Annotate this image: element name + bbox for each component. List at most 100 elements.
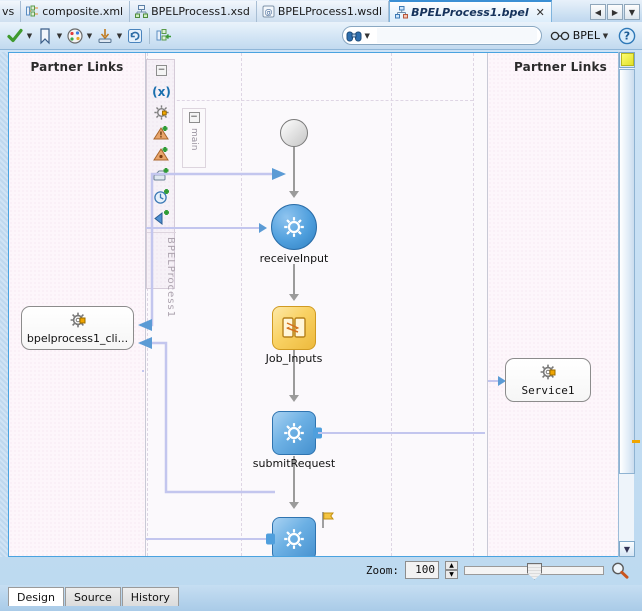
palette-dropdown-arrow[interactable]: ▼: [85, 32, 94, 40]
refresh-button[interactable]: [126, 25, 144, 47]
start-event[interactable]: [280, 119, 308, 147]
scope-top-band: [147, 53, 473, 101]
search-box[interactable]: ▼: [341, 26, 542, 45]
canvas-vertical-scrollbar[interactable]: ▲ ▼: [618, 52, 635, 557]
tab-source[interactable]: Source: [64, 587, 121, 606]
compensation-handler-icon[interactable]: [147, 165, 176, 186]
flow-arrow: [289, 294, 299, 301]
editor-tab-strip: vs composite.xml BPELProcess1.xsd @ BPEL…: [0, 0, 642, 22]
toolbar-separator: [149, 27, 150, 44]
callback-client-invoke-activity[interactable]: callbackClient: [266, 512, 334, 556]
editor-tab-bpelprocess1-wsdl[interactable]: @ BPELProcess1.wsdl: [256, 1, 390, 22]
process-canvas[interactable]: − (x) ! BPELProcess1 − main receiveInput…: [146, 53, 487, 556]
validate-button[interactable]: [6, 25, 24, 47]
connector-stub: [142, 370, 144, 372]
main-toolbar: ▼ ▼ ▼ ▼ ▼ BPEL ▼ ?: [0, 22, 642, 50]
binoculars-icon: [346, 29, 362, 43]
catch-handler-icon[interactable]: [147, 144, 176, 165]
editor-tab-bpelprocess1-xsd[interactable]: BPELProcess1.xsd: [130, 1, 257, 22]
flow-line: [293, 264, 295, 297]
zoom-stepper[interactable]: ▲ ▼: [445, 561, 458, 579]
partner-link-service1[interactable]: Service1: [505, 358, 591, 402]
xsd-icon: [135, 5, 149, 18]
validate-dropdown-arrow[interactable]: ▼: [25, 32, 34, 40]
gear-icon: [284, 529, 304, 549]
yellow-status-marker[interactable]: [621, 53, 634, 66]
invoke-activity-shape: [266, 517, 316, 556]
help-button[interactable]: ?: [618, 25, 636, 47]
activity-label: submitRequest: [252, 457, 336, 470]
zoom-increment-button[interactable]: ▲: [445, 561, 458, 570]
job-inputs-assign-activity[interactable]: Job_Inputs: [266, 306, 322, 365]
bookmark-icon: [36, 27, 54, 45]
partner-link-label: Service1: [521, 384, 575, 397]
activity-palette[interactable]: − (x) ! BPELProcess1: [146, 59, 176, 318]
partner-link-connector: [146, 227, 261, 229]
deploy-dropdown-arrow[interactable]: ▼: [115, 32, 124, 40]
flag-icon[interactable]: [320, 511, 334, 529]
bookmark-dropdown-arrow[interactable]: ▼: [55, 32, 64, 40]
palette-button[interactable]: [66, 25, 84, 47]
activity-label: Job_Inputs: [265, 352, 323, 365]
partner-link-gear-icon: [537, 363, 559, 383]
color-palette-icon: [66, 27, 84, 45]
search-dropdown-arrow[interactable]: ▼: [363, 32, 372, 40]
editor-tab-bpelprocess1-bpel[interactable]: BPELProcess1.bpel ✕: [389, 0, 552, 22]
termination-handler-icon[interactable]: [147, 207, 176, 228]
view-selector-dropdown-arrow[interactable]: ▼: [601, 32, 610, 40]
svg-text:!: !: [159, 131, 163, 140]
tab-navigation-controls: ◀ ▶ ▼: [590, 4, 642, 22]
assign-activity-shape: [272, 306, 316, 350]
zoom-slider-thumb[interactable]: [527, 562, 542, 580]
help-icon: ?: [618, 27, 636, 44]
scope-collapse-icon[interactable]: −: [188, 112, 200, 123]
partner-link-connector: [146, 538, 266, 540]
view-selector[interactable]: BPEL ▼: [550, 25, 612, 47]
gear-icon: [284, 423, 304, 443]
editor-tab-vs[interactable]: vs: [0, 1, 22, 22]
zoom-slider[interactable]: [464, 562, 604, 580]
submit-request-invoke-activity[interactable]: submitRequest: [253, 411, 335, 470]
bpel-diagram-editor: Partner Links bpelprocess1_cli... − (x) …: [8, 52, 634, 557]
bookmark-button[interactable]: [36, 25, 54, 47]
zoom-input[interactable]: 100: [405, 561, 439, 579]
glasses-icon: [550, 30, 570, 42]
swimlane-divider: [391, 53, 392, 556]
scroll-down-button[interactable]: ▼: [619, 541, 635, 557]
main-scope-box[interactable]: − main: [182, 108, 206, 168]
event-handler-icon[interactable]: [147, 186, 176, 207]
receive-input-activity[interactable]: receiveInput: [260, 204, 328, 265]
search-input[interactable]: [376, 28, 537, 43]
partner-link-client[interactable]: bpelprocess1_cli...: [21, 306, 134, 350]
tab-history[interactable]: History: [121, 587, 179, 606]
left-partner-links-title: Partner Links: [30, 60, 124, 74]
receive-activity-shape: [271, 204, 317, 250]
editor-tab-label: composite.xml: [42, 5, 124, 18]
fault-handler-icon[interactable]: !: [147, 123, 176, 144]
generate-button[interactable]: [155, 25, 173, 47]
right-partner-links-panel: Partner Links Service1: [487, 53, 633, 556]
editor-tab-composite-xml[interactable]: composite.xml: [21, 1, 131, 22]
gear-activity-icon[interactable]: [147, 102, 176, 123]
scrollbar-thumb[interactable]: [619, 69, 635, 474]
zoom-label: Zoom:: [365, 563, 399, 577]
bpel-designer-window: vs composite.xml BPELProcess1.xsd @ BPEL…: [0, 0, 642, 611]
left-edge-rail: [0, 52, 8, 557]
zoom-decrement-button[interactable]: ▼: [445, 570, 458, 579]
scroll-tabs-right-button[interactable]: ▶: [607, 4, 623, 20]
collapse-icon[interactable]: −: [147, 60, 176, 81]
tab-design[interactable]: Design: [8, 587, 64, 606]
composite-icon: [26, 5, 39, 18]
editor-tab-label: vs: [2, 5, 15, 18]
flow-arrow: [289, 502, 299, 509]
tab-list-dropdown-button[interactable]: ▼: [624, 4, 640, 20]
editor-tab-label: BPELProcess1.bpel: [411, 5, 529, 19]
green-check-icon: [6, 27, 24, 45]
deploy-button[interactable]: [96, 25, 114, 47]
variables-icon[interactable]: (x): [147, 81, 176, 102]
partner-link-label: bpelprocess1_cli...: [26, 332, 129, 345]
partner-link-gear-icon: [67, 311, 89, 331]
scroll-tabs-left-button[interactable]: ◀: [590, 4, 606, 20]
close-icon[interactable]: ✕: [536, 6, 545, 19]
zoom-reset-icon[interactable]: [610, 561, 630, 579]
